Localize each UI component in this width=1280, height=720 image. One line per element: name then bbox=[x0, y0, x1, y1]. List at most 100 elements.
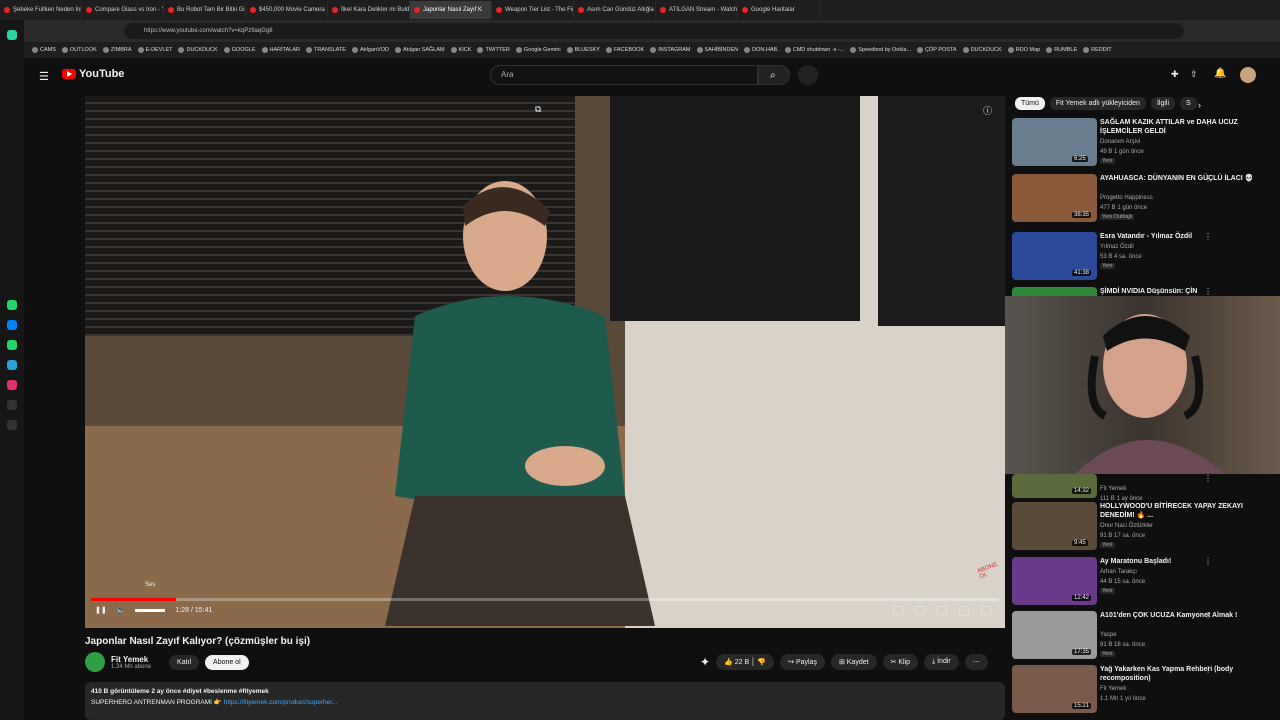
rec-title[interactable]: Esra Vatandır - Yılmaz Özdil bbox=[1100, 232, 1260, 241]
more-options-icon[interactable]: ⋮ bbox=[1204, 474, 1212, 483]
bookmark-item[interactable]: FACEBOOK bbox=[605, 47, 644, 53]
bookmark-item[interactable]: INSTAGRAM bbox=[650, 47, 691, 53]
instagram-icon[interactable] bbox=[7, 380, 17, 390]
bookmark-item[interactable]: TWITTER bbox=[477, 47, 510, 53]
upload-icon[interactable]: ⇧ bbox=[1190, 69, 1198, 80]
rec-title[interactable]: ŞİMDİ NVIDIA Düşünsün: ÇİN bbox=[1100, 287, 1260, 296]
youtube-logo[interactable]: YouTube bbox=[62, 68, 124, 80]
video-player[interactable]: ABONE OL ⧉ ⓘ Ses ❚❚ 🔈 1:28 / 15:41 bbox=[85, 96, 1005, 628]
browser-tab[interactable]: Bu Robot Tam Bir Bitki Gi bbox=[164, 1, 246, 19]
theater-icon[interactable] bbox=[959, 606, 969, 616]
more-options-icon[interactable]: ⋮ bbox=[1204, 665, 1212, 674]
browser-tab[interactable]: Asım Can Gündüz Allığla bbox=[574, 1, 656, 19]
bookmark-item[interactable]: GOOGLE bbox=[223, 47, 256, 53]
bookmark-item[interactable]: BLUESKY bbox=[566, 47, 600, 53]
bookmark-item[interactable]: DUCKDUCK bbox=[962, 47, 1002, 53]
browser-tab[interactable]: Japonlar Nasıl Zayıf K bbox=[410, 1, 492, 19]
recommendation-item[interactable]: 14:32 Fit Yemek 111 B 1 ay önce ⋮ bbox=[1012, 474, 1272, 502]
rec-channel[interactable]: Donanım Arşivi bbox=[1100, 138, 1260, 146]
bookmark-item[interactable]: DUCKDUCK bbox=[178, 47, 218, 53]
create-icon[interactable]: ✚ bbox=[1171, 69, 1179, 80]
bookmark-item[interactable]: SAHİBİNDEN bbox=[696, 47, 738, 53]
progress-bar[interactable] bbox=[91, 598, 999, 601]
rec-title[interactable]: Yağ Yakarken Kas Yapma Rehberi (body rec… bbox=[1100, 665, 1260, 683]
rec-channel[interactable]: Fit Yemek bbox=[1100, 685, 1260, 693]
more-actions-button[interactable]: ⋯ bbox=[964, 654, 988, 670]
subscribe-button[interactable]: Abone ol bbox=[205, 654, 249, 670]
bookmark-item[interactable]: TRANSLATE bbox=[305, 47, 346, 53]
join-button[interactable]: Katıl bbox=[169, 654, 200, 670]
recommendation-item[interactable]: 12:42 Ay Maratonu Başladı! Arhan Tarakçı 44… bbox=[1012, 557, 1272, 609]
bookmark-item[interactable]: Atılgan SAĞLAM bbox=[395, 47, 445, 53]
bookmark-item[interactable]: HARİTALAR bbox=[261, 47, 300, 53]
rec-channel[interactable]: Yılmaz Özdil bbox=[1100, 243, 1260, 251]
bookmark-item[interactable]: KICK bbox=[450, 47, 471, 53]
like-button[interactable]: 👍 22 B │ 👎 bbox=[716, 654, 775, 670]
rec-channel[interactable]: Fit Yemek bbox=[1100, 485, 1260, 493]
more-options-icon[interactable]: ⋮ bbox=[1204, 611, 1212, 620]
chevron-right-icon[interactable]: › bbox=[1198, 100, 1201, 110]
bookmark-item[interactable]: RDO Map bbox=[1007, 47, 1040, 53]
url-field[interactable]: https://www.youtube.com/watch?v=kqPz9aqG… bbox=[124, 23, 1184, 39]
volume-icon[interactable]: 🔈 bbox=[117, 606, 126, 614]
share-button[interactable]: ↪ Paylaş bbox=[780, 654, 825, 670]
info-icon[interactable]: ⓘ bbox=[983, 104, 992, 117]
tiktok-icon[interactable] bbox=[7, 400, 17, 410]
bookmark-item[interactable]: OUTLOOK bbox=[61, 47, 97, 53]
bookmark-item[interactable]: AtılganVOD bbox=[351, 47, 389, 53]
recommendation-item[interactable]: 38:35 AYAHUASCA: DÜNYANIN EN GÜÇLÜ İLACI … bbox=[1012, 174, 1272, 226]
channel-name[interactable]: Fit Yemek bbox=[111, 655, 151, 664]
save-button[interactable]: ⊞ Kaydet bbox=[830, 654, 877, 670]
more-options-icon[interactable]: ⋮ bbox=[1204, 557, 1212, 566]
rec-thumbnail[interactable] bbox=[1012, 474, 1097, 498]
rec-channel[interactable]: Onur Naci Öztürkler bbox=[1100, 522, 1260, 530]
filter-chip[interactable]: S bbox=[1180, 97, 1197, 110]
bookmark-item[interactable]: Google Gemini bbox=[515, 47, 561, 53]
settings-icon[interactable] bbox=[937, 606, 947, 616]
recommendation-item[interactable]: 15:21 Yağ Yakarken Kas Yapma Rehberi (bod… bbox=[1012, 665, 1272, 717]
recommendation-item[interactable]: 9:45 HOLLYWOOD'U BİTİRECEK YAPAY ZEKAYI D… bbox=[1012, 502, 1272, 554]
rec-title[interactable]: SAĞLAM KAZIK ATTILAR ve DAHA UCUZ İŞLEMC… bbox=[1100, 118, 1260, 136]
rec-title[interactable]: Ay Maratonu Başladı! bbox=[1100, 557, 1260, 566]
bookmark-item[interactable]: RUMBLE bbox=[1046, 47, 1077, 53]
filter-chip[interactable]: Fit Yemek adlı yükleyiciden bbox=[1049, 97, 1146, 110]
rec-title[interactable]: A101'den ÇOK UCUZA Kamyonet Almak ! bbox=[1100, 611, 1260, 620]
rec-title[interactable]: AYAHUASCA: DÜNYANIN EN GÜÇLÜ İLACI 💀 bbox=[1100, 174, 1260, 183]
bookmark-item[interactable]: DON.HAB. bbox=[744, 47, 779, 53]
telegram-icon[interactable] bbox=[7, 360, 17, 370]
whatsapp-icon[interactable] bbox=[7, 300, 17, 310]
autoplay-icon[interactable] bbox=[893, 606, 903, 616]
bookmark-item[interactable]: CAMS bbox=[32, 47, 56, 53]
bookmark-item[interactable]: E-DEVLET bbox=[137, 47, 172, 53]
volume-slider[interactable] bbox=[135, 608, 166, 612]
fullscreen-icon[interactable] bbox=[981, 606, 991, 616]
more-options-icon[interactable]: ⋮ bbox=[1204, 232, 1212, 241]
x-icon[interactable] bbox=[7, 420, 17, 430]
whatsapp-icon-2[interactable] bbox=[7, 340, 17, 350]
more-options-icon[interactable]: ⋮ bbox=[1204, 287, 1212, 296]
mic-icon[interactable] bbox=[798, 65, 818, 85]
filter-chip[interactable]: Tümü bbox=[1015, 97, 1045, 110]
notifications-icon[interactable]: 🔔 bbox=[1214, 68, 1226, 79]
more-options-icon[interactable]: ⋮ bbox=[1204, 118, 1212, 127]
rec-channel[interactable]: Arhan Tarakçı bbox=[1100, 568, 1260, 576]
browser-tab[interactable]: Google Haritalar bbox=[738, 1, 820, 19]
browser-tab[interactable]: Weapon Tier List - The Fin bbox=[492, 1, 574, 19]
description-link[interactable]: https://fityemek.com/product/superher... bbox=[224, 699, 338, 706]
search-button[interactable]: ⌕ bbox=[758, 65, 790, 85]
pause-icon[interactable]: ❚❚ bbox=[95, 606, 107, 614]
browser-tab[interactable]: ATILGAN Stream - Watch bbox=[656, 1, 738, 19]
description-box[interactable]: 410 B görüntüleme 2 ay önce #diyet #besl… bbox=[85, 682, 1005, 720]
recommendation-item[interactable]: 6:25 SAĞLAM KAZIK ATTILAR ve DAHA UCUZ İŞ… bbox=[1012, 118, 1272, 170]
avatar[interactable] bbox=[1240, 67, 1256, 83]
browser-tab[interactable]: Compare Glass vs Iron - Y bbox=[82, 1, 164, 19]
bookmark-item[interactable]: ZIMBRA bbox=[102, 47, 132, 53]
clip-button[interactable]: ✂ Klip bbox=[882, 654, 919, 670]
channel-avatar[interactable] bbox=[85, 652, 105, 672]
bookmark-item[interactable]: CMD shutdown -s -... bbox=[784, 47, 844, 53]
bookmark-item[interactable]: ÇÖP POSTA bbox=[916, 47, 957, 53]
workspace-icon[interactable] bbox=[7, 30, 17, 40]
pip-icon[interactable]: ⧉ bbox=[535, 104, 541, 115]
rec-title[interactable]: HOLLYWOOD'U BİTİRECEK YAPAY ZEKAYI DENED… bbox=[1100, 502, 1260, 520]
sparkle-icon[interactable]: ✦ bbox=[700, 655, 710, 669]
